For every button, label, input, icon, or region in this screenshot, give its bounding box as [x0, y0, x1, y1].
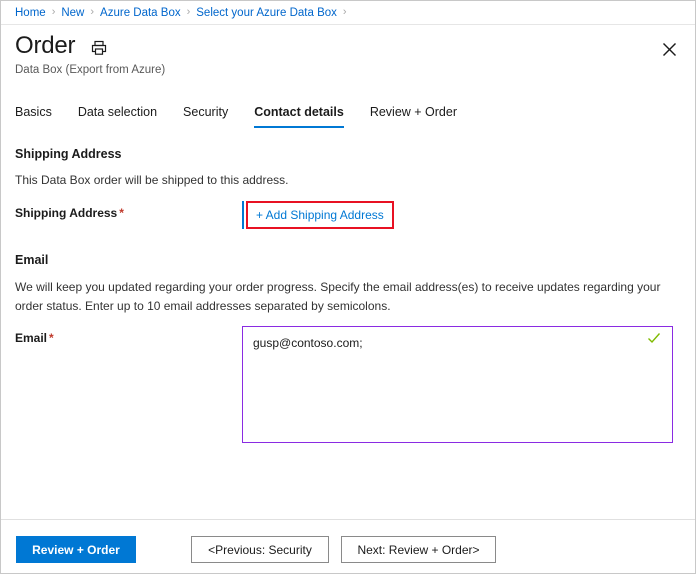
- required-marker: *: [49, 331, 54, 345]
- page-title: Order: [15, 32, 76, 59]
- email-input[interactable]: [242, 326, 673, 443]
- breadcrumb-separator-icon: ›: [186, 6, 191, 18]
- add-shipping-address-link[interactable]: + Add Shipping Address: [256, 208, 384, 222]
- shipping-address-label: Shipping Address *: [15, 206, 124, 220]
- page-subtitle: Data Box (Export from Azure): [15, 64, 166, 76]
- required-marker: *: [119, 206, 124, 220]
- shipping-address-label-text: Shipping Address: [15, 206, 118, 220]
- printer-icon[interactable]: [91, 40, 107, 56]
- tab-contact-details[interactable]: Contact details: [254, 105, 344, 128]
- breadcrumb: Home › New › Azure Data Box › Select you…: [1, 1, 695, 25]
- review-order-button[interactable]: Review + Order: [16, 536, 136, 563]
- tab-security[interactable]: Security: [183, 105, 228, 128]
- tab-basics[interactable]: Basics: [15, 105, 52, 128]
- tab-data-selection[interactable]: Data selection: [78, 105, 157, 128]
- footer-action-bar: Review + Order <Previous: Security Next:…: [1, 520, 695, 573]
- breadcrumb-separator-icon: ›: [342, 6, 347, 18]
- breadcrumb-item-home[interactable]: Home: [15, 7, 46, 19]
- email-description: We will keep you updated regarding your …: [15, 280, 661, 313]
- order-blade: Home › New › Azure Data Box › Select you…: [0, 0, 696, 574]
- tab-bar: Basics Data selection Security Contact d…: [15, 105, 483, 128]
- add-shipping-address-container: + Add Shipping Address: [242, 201, 394, 229]
- email-label-text: Email: [15, 331, 48, 345]
- accent-bar: [242, 201, 244, 229]
- tab-review-order[interactable]: Review + Order: [370, 105, 457, 128]
- title-row: Order: [15, 31, 675, 61]
- breadcrumb-item-azure-data-box[interactable]: Azure Data Box: [100, 7, 181, 19]
- close-icon[interactable]: [655, 35, 683, 63]
- highlight-box: + Add Shipping Address: [246, 201, 394, 229]
- breadcrumb-item-new[interactable]: New: [61, 7, 84, 19]
- shipping-address-heading: Shipping Address: [15, 147, 122, 161]
- blade-header: Order Data Box (Export from Azure): [15, 31, 675, 76]
- breadcrumb-separator-icon: ›: [51, 6, 56, 18]
- breadcrumb-separator-icon: ›: [90, 6, 95, 18]
- previous-security-button[interactable]: <Previous: Security: [191, 536, 329, 563]
- email-heading: Email: [15, 253, 49, 267]
- email-label: Email *: [15, 331, 54, 345]
- shipping-address-description: This Data Box order will be shipped to t…: [15, 173, 289, 187]
- next-review-order-button[interactable]: Next: Review + Order>: [341, 536, 496, 563]
- breadcrumb-item-select-your-azure-data-box[interactable]: Select your Azure Data Box: [196, 7, 337, 19]
